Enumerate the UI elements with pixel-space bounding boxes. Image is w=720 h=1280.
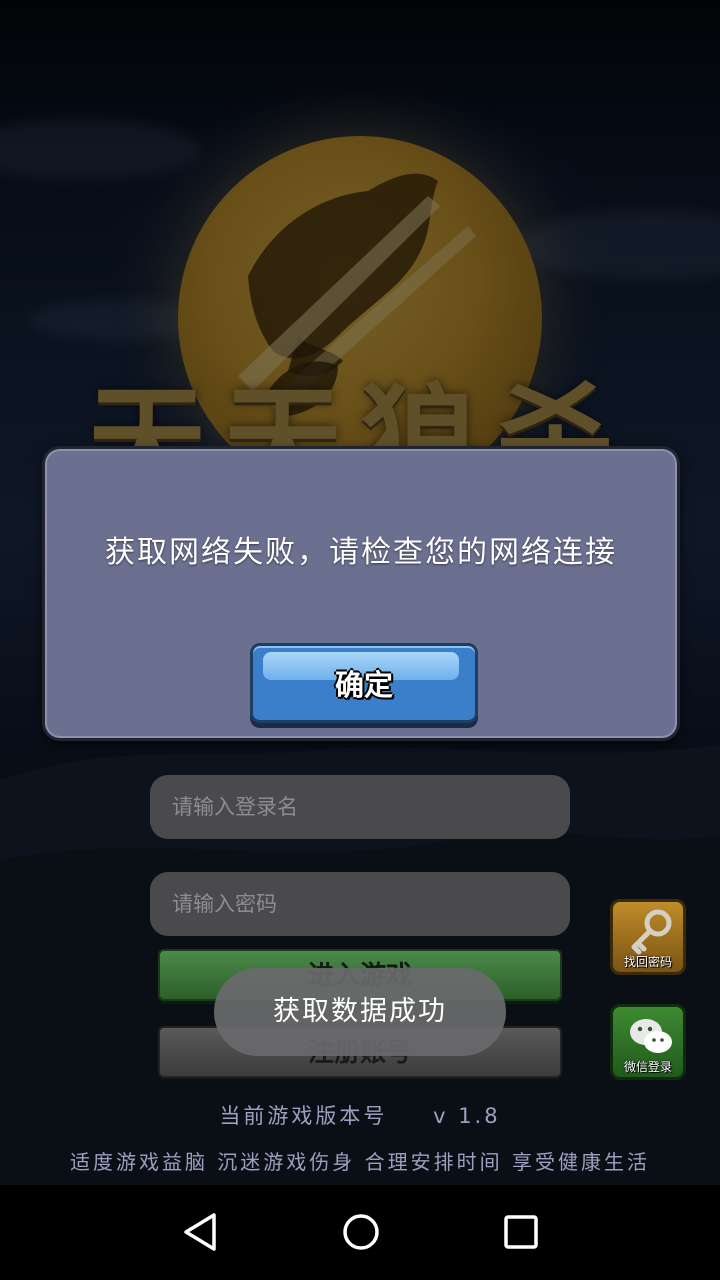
version-number: v 1.8 (433, 1104, 501, 1128)
system-navigation-bar (0, 1185, 720, 1280)
find-password-button[interactable]: 找回密码 (610, 899, 686, 975)
find-password-label: 找回密码 (623, 955, 672, 969)
network-error-dialog: 获取网络失败，请检查您的网络连接 确定 (42, 446, 680, 741)
toast-message: 获取数据成功 (214, 968, 506, 1056)
key-icon (631, 909, 672, 955)
version-info: 当前游戏版本号 v 1.8 (0, 1100, 720, 1130)
back-icon[interactable] (176, 1207, 226, 1257)
confirm-label: 确定 (334, 668, 393, 702)
confirm-button[interactable]: 确定 (250, 643, 478, 723)
home-icon[interactable] (336, 1207, 386, 1257)
password-input[interactable] (150, 872, 570, 936)
wechat-login-label: 微信登录 (623, 1060, 672, 1074)
game-screen: 天天狼杀 进入游戏 注册账号 找回密码 微信登录 当前游戏版本号 v 1.8 适… (0, 0, 720, 1185)
health-gaming-notice: 适度游戏益脑 沉迷游戏伤身 合理安排时间 享受健康生活 (69, 1150, 651, 1174)
wechat-login-button[interactable]: 微信登录 (610, 1004, 686, 1080)
dialog-message: 获取网络失败，请检查您的网络连接 (105, 535, 617, 570)
recents-icon[interactable] (496, 1207, 546, 1257)
username-input[interactable] (150, 775, 570, 839)
wechat-icon (630, 1019, 672, 1053)
version-label: 当前游戏版本号 (219, 1104, 388, 1128)
